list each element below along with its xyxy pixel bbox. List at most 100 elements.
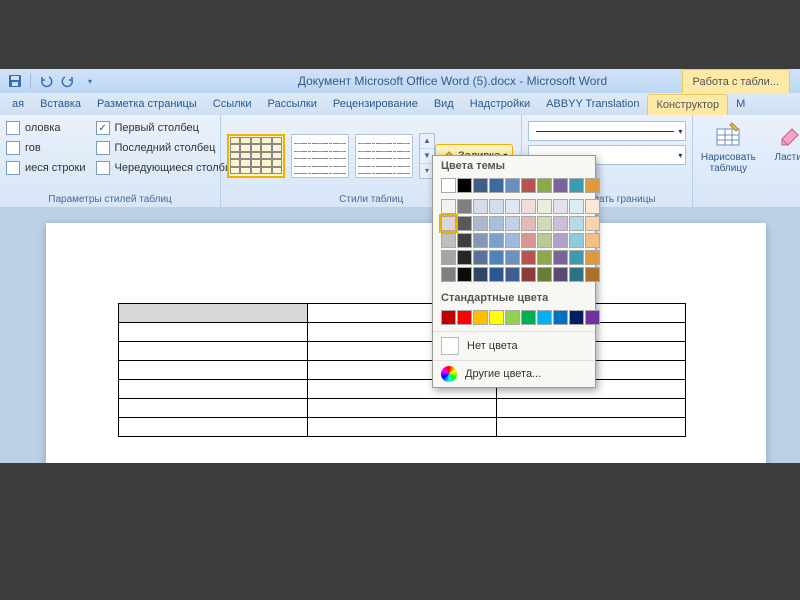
color-swatch[interactable] bbox=[457, 250, 472, 265]
chk-banded-columns[interactable]: Чередующиеся столбцы bbox=[96, 161, 240, 175]
color-swatch[interactable] bbox=[521, 310, 536, 325]
color-swatch[interactable] bbox=[521, 233, 536, 248]
chk-header-row[interactable]: оловка bbox=[6, 121, 86, 135]
tab-view[interactable]: Вид bbox=[426, 93, 462, 115]
chk-banded-rows[interactable]: иеся строки bbox=[6, 161, 86, 175]
color-swatch[interactable] bbox=[457, 310, 472, 325]
color-swatch[interactable] bbox=[473, 199, 488, 214]
color-swatch[interactable] bbox=[521, 199, 536, 214]
color-swatch[interactable] bbox=[585, 267, 600, 282]
color-swatch[interactable] bbox=[441, 178, 456, 193]
redo-icon[interactable] bbox=[59, 72, 77, 90]
color-swatch[interactable] bbox=[441, 233, 456, 248]
tab-mailings[interactable]: Рассылки bbox=[260, 93, 325, 115]
chk-last-column[interactable]: Последний столбец bbox=[96, 141, 240, 155]
chevron-up-icon[interactable]: ▲ bbox=[420, 134, 434, 149]
color-swatch[interactable] bbox=[537, 216, 552, 231]
tab-layout-partial[interactable]: М bbox=[728, 93, 753, 115]
color-swatch[interactable] bbox=[489, 216, 504, 231]
color-swatch[interactable] bbox=[441, 216, 456, 231]
color-swatch[interactable] bbox=[521, 250, 536, 265]
style-thumb-2[interactable] bbox=[291, 134, 349, 178]
tab-references[interactable]: Ссылки bbox=[205, 93, 260, 115]
document-area[interactable] bbox=[0, 207, 800, 463]
color-swatch[interactable] bbox=[521, 178, 536, 193]
color-swatch[interactable] bbox=[553, 310, 568, 325]
color-swatch[interactable] bbox=[441, 199, 456, 214]
color-swatch[interactable] bbox=[505, 216, 520, 231]
color-swatch[interactable] bbox=[553, 199, 568, 214]
tab-design[interactable]: Конструктор bbox=[647, 94, 728, 115]
style-thumb-1[interactable] bbox=[227, 134, 285, 178]
color-swatch[interactable] bbox=[569, 310, 584, 325]
color-swatch[interactable] bbox=[553, 233, 568, 248]
document-table[interactable] bbox=[118, 303, 686, 437]
eraser-button[interactable]: Ластик bbox=[761, 119, 800, 165]
color-swatch[interactable] bbox=[585, 233, 600, 248]
color-swatch[interactable] bbox=[441, 310, 456, 325]
color-swatch[interactable] bbox=[489, 178, 504, 193]
chk-total-row[interactable]: гов bbox=[6, 141, 86, 155]
color-swatch[interactable] bbox=[537, 178, 552, 193]
tab-page-layout[interactable]: Разметка страницы bbox=[89, 93, 205, 115]
no-color-item[interactable]: Нет цвета bbox=[433, 331, 595, 360]
color-swatch[interactable] bbox=[569, 216, 584, 231]
color-swatch[interactable] bbox=[489, 199, 504, 214]
color-swatch[interactable] bbox=[553, 216, 568, 231]
color-swatch[interactable] bbox=[521, 216, 536, 231]
color-swatch[interactable] bbox=[457, 267, 472, 282]
pen-style-combo[interactable]: ▾ bbox=[528, 121, 686, 141]
more-colors-item[interactable]: Другие цвета... bbox=[433, 360, 595, 387]
qat-more-icon[interactable]: ▾ bbox=[81, 72, 99, 90]
color-swatch[interactable] bbox=[537, 267, 552, 282]
color-swatch[interactable] bbox=[521, 267, 536, 282]
color-swatch[interactable] bbox=[441, 267, 456, 282]
color-swatch[interactable] bbox=[585, 178, 600, 193]
color-swatch[interactable] bbox=[537, 310, 552, 325]
color-swatch[interactable] bbox=[473, 216, 488, 231]
draw-table-button[interactable]: Нарисовать таблицу bbox=[699, 119, 757, 176]
color-swatch[interactable] bbox=[457, 216, 472, 231]
contextual-tab-label[interactable]: Работа с табли... bbox=[682, 69, 790, 93]
color-swatch[interactable] bbox=[489, 267, 504, 282]
tab-abbyy[interactable]: ABBYY Translation bbox=[538, 93, 647, 115]
undo-icon[interactable] bbox=[37, 72, 55, 90]
color-swatch[interactable] bbox=[505, 233, 520, 248]
color-swatch[interactable] bbox=[553, 250, 568, 265]
color-swatch[interactable] bbox=[585, 216, 600, 231]
color-swatch[interactable] bbox=[553, 178, 568, 193]
color-swatch[interactable] bbox=[457, 199, 472, 214]
style-thumb-3[interactable] bbox=[355, 134, 413, 178]
color-swatch[interactable] bbox=[505, 199, 520, 214]
color-swatch[interactable] bbox=[569, 199, 584, 214]
tab-insert[interactable]: Вставка bbox=[32, 93, 89, 115]
color-swatch[interactable] bbox=[473, 178, 488, 193]
tab-home-partial[interactable]: ая bbox=[4, 93, 32, 115]
color-swatch[interactable] bbox=[569, 250, 584, 265]
color-swatch[interactable] bbox=[505, 250, 520, 265]
color-swatch[interactable] bbox=[537, 250, 552, 265]
tab-addins[interactable]: Надстройки bbox=[462, 93, 538, 115]
color-swatch[interactable] bbox=[489, 310, 504, 325]
color-swatch[interactable] bbox=[585, 199, 600, 214]
color-swatch[interactable] bbox=[505, 310, 520, 325]
color-swatch[interactable] bbox=[441, 250, 456, 265]
color-swatch[interactable] bbox=[585, 310, 600, 325]
color-swatch[interactable] bbox=[569, 178, 584, 193]
color-swatch[interactable] bbox=[473, 233, 488, 248]
color-swatch[interactable] bbox=[489, 233, 504, 248]
save-icon[interactable] bbox=[6, 72, 24, 90]
color-swatch[interactable] bbox=[569, 267, 584, 282]
chk-first-column[interactable]: ✓Первый столбец bbox=[96, 121, 240, 135]
color-swatch[interactable] bbox=[569, 233, 584, 248]
color-swatch[interactable] bbox=[585, 250, 600, 265]
color-swatch[interactable] bbox=[473, 250, 488, 265]
color-swatch[interactable] bbox=[537, 233, 552, 248]
color-swatch[interactable] bbox=[505, 178, 520, 193]
color-swatch[interactable] bbox=[473, 310, 488, 325]
color-swatch[interactable] bbox=[457, 178, 472, 193]
color-swatch[interactable] bbox=[553, 267, 568, 282]
color-swatch[interactable] bbox=[505, 267, 520, 282]
color-swatch[interactable] bbox=[473, 267, 488, 282]
color-swatch[interactable] bbox=[457, 233, 472, 248]
